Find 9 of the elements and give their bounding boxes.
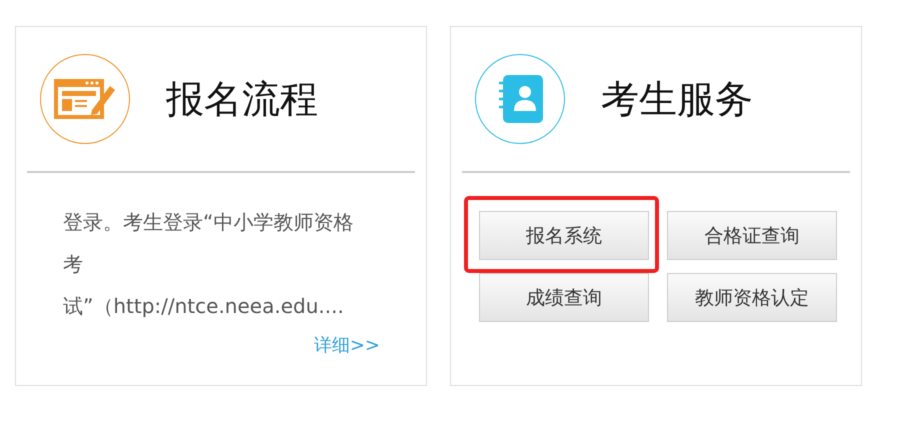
service-button[interactable]: 合格证查询 — [667, 211, 837, 260]
card-title: 考生服务 — [601, 76, 753, 122]
card-title: 报名流程 — [166, 76, 318, 122]
service-button[interactable]: 成绩查询 — [479, 273, 649, 322]
contact-book-icon — [497, 75, 543, 123]
intro-paragraph: 登录。考生登录“中小学教师资格考试”（http://ntce.neea.edu.... — [62, 209, 354, 320]
service-button[interactable]: 教师资格认定 — [667, 273, 837, 322]
service-button[interactable]: 报名系统 — [479, 211, 649, 260]
form-pen-icon — [54, 76, 116, 122]
